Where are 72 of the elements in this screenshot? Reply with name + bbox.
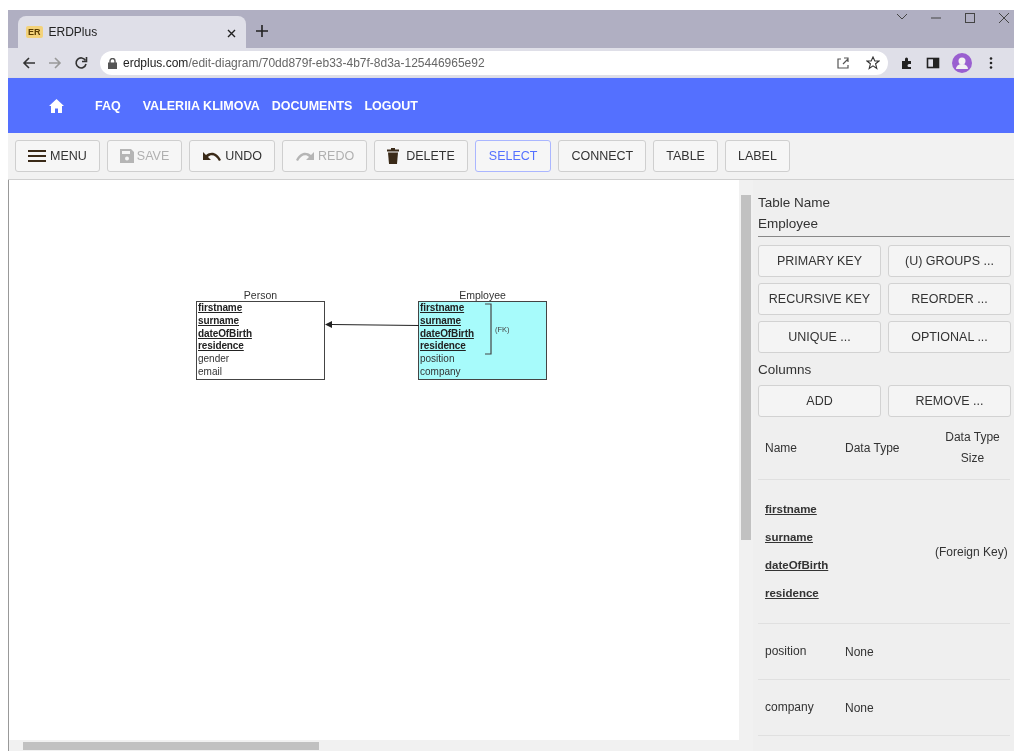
column-header: Data Type <box>845 441 900 455</box>
data-type-cell: None <box>845 700 874 715</box>
tool-button[interactable]: SELECT <box>474 140 552 172</box>
maximize-icon[interactable] <box>964 12 976 24</box>
back-arrow-icon[interactable] <box>22 56 36 70</box>
menu-icon <box>28 150 46 162</box>
column-name: dateOfBirth <box>765 558 829 573</box>
panel-button[interactable]: PRIMARY KEY <box>758 245 881 277</box>
field-label: Table Name <box>758 194 831 212</box>
nav-link[interactable]: LOGOUT <box>364 98 418 113</box>
column-name: company <box>420 366 461 379</box>
home-icon[interactable] <box>48 97 65 114</box>
column-name: surname <box>198 314 239 328</box>
column-name: residence <box>420 340 466 354</box>
tool-button[interactable]: LABEL <box>724 140 790 172</box>
column-name: residence <box>765 586 819 601</box>
key-note: (Foreign Key) <box>935 544 1008 559</box>
panel-button[interactable]: RECURSIVE KEY <box>758 283 881 315</box>
data-type-cell: None <box>845 644 874 659</box>
share-icon[interactable] <box>836 56 850 70</box>
column-name: firstname <box>765 502 817 517</box>
table-name-field[interactable]: Employee <box>758 213 1010 237</box>
menu-button[interactable]: MENU <box>15 140 100 172</box>
horizontal-scrollbar[interactable] <box>23 742 319 750</box>
tab-favicon: ER <box>26 26 43 38</box>
table-title: Employee <box>458 290 507 301</box>
column-header: Name <box>765 441 797 455</box>
undo-arrow-icon <box>202 150 223 162</box>
column-name: dateOfBirth <box>198 327 252 341</box>
panel-button[interactable]: ADD <box>758 385 881 417</box>
column-name: dateOfBirth <box>420 327 474 341</box>
address-bar[interactable]: erdplus.com/edit-diagram/70dd879f-eb33-4b7f-8d3a-125446965e92 <box>100 51 888 75</box>
nav-link[interactable]: VALERIIA KLIMOVA <box>142 98 260 113</box>
vertical-scrollbar[interactable] <box>741 195 751 540</box>
section-label: Columns <box>758 361 812 379</box>
trash-button[interactable]: DELETE <box>374 140 468 172</box>
column-header: Data Type Size <box>944 429 1001 467</box>
column-name: company <box>765 700 814 715</box>
tool-button[interactable]: TABLE <box>653 140 718 172</box>
panel-button[interactable]: OPTIONAL ... <box>888 321 1011 353</box>
puzzle-icon[interactable] <box>900 56 914 70</box>
nav-link[interactable]: DOCUMENTS <box>271 98 353 113</box>
table-box[interactable]: firstname surname dateOfBirth residence gender email <box>196 301 325 380</box>
avatar-icon[interactable] <box>952 53 972 73</box>
panel-button[interactable]: REORDER ... <box>888 283 1011 315</box>
undo-button[interactable]: UNDO <box>189 140 276 172</box>
redo-arrow-icon <box>295 150 316 162</box>
column-name: firstname <box>198 302 243 315</box>
tab-title: ERDPlus <box>48 25 99 39</box>
panel-button[interactable]: UNIQUE ... <box>758 321 881 353</box>
panel-button[interactable]: REMOVE ... <box>888 385 1011 417</box>
lock-icon <box>108 57 117 69</box>
sidebar-icon[interactable] <box>926 56 940 70</box>
panel-button[interactable]: (U) GROUPS ... <box>888 245 1011 277</box>
column-name: position <box>765 644 807 659</box>
url-text: erdplus.com/edit-diagram/70dd879f-eb33-4b7f-8d3a-125446965e92 <box>123 56 486 70</box>
column-name: gender <box>198 353 230 366</box>
close-icon[interactable] <box>998 12 1010 24</box>
star-icon[interactable] <box>866 56 880 70</box>
nav-link[interactable]: FAQ <box>95 98 121 113</box>
column-name: surname <box>765 530 813 545</box>
browser-tab[interactable]: ER ERDPlus <box>18 16 246 48</box>
table-title: Person <box>242 290 279 301</box>
column-name: email <box>198 366 222 379</box>
reload-icon[interactable] <box>74 56 88 70</box>
column-name: firstname <box>420 302 465 315</box>
bracket-icon <box>485 303 492 355</box>
column-name: position <box>420 353 455 366</box>
tool-button[interactable]: CONNECT <box>558 140 647 172</box>
trash-icon <box>387 148 400 164</box>
column-name: residence <box>198 340 244 354</box>
column-name: surname <box>420 314 461 328</box>
